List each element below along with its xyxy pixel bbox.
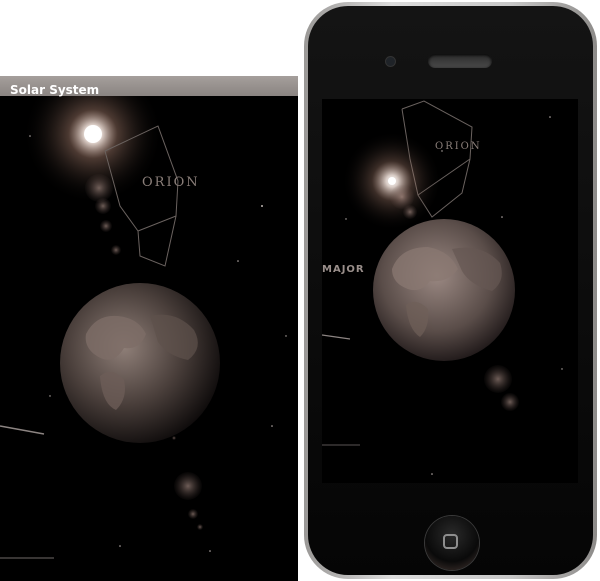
orion-label: ORION [142, 175, 200, 190]
phone-orion-label: ORION [435, 141, 482, 152]
phone-sun-icon [388, 177, 396, 185]
scene-canvas: ORION [0, 96, 287, 559]
earth-planet[interactable] [60, 283, 220, 443]
home-button-icon[interactable] [425, 516, 479, 570]
scene-viewport[interactable]: ORION [0, 96, 298, 581]
home-square-glyph [443, 534, 458, 549]
phone-earth-planet[interactable] [373, 219, 515, 361]
window-titlebar[interactable]: Solar System [0, 76, 298, 97]
window-title: Solar System [10, 83, 100, 97]
front-camera-icon [386, 57, 395, 66]
sun-icon [84, 125, 102, 143]
speaker-grille-icon [428, 54, 492, 68]
phone-meteor-trail [322, 334, 351, 340]
meteor-trail [0, 425, 45, 435]
solar-system-window: Solar System ORION [0, 76, 298, 581]
phone-scene-canvas: ORION MAJOR [322, 100, 563, 475]
phone-partial-constellation-label: MAJOR [322, 264, 365, 275]
phone-screen[interactable]: ORION MAJOR [322, 99, 578, 483]
